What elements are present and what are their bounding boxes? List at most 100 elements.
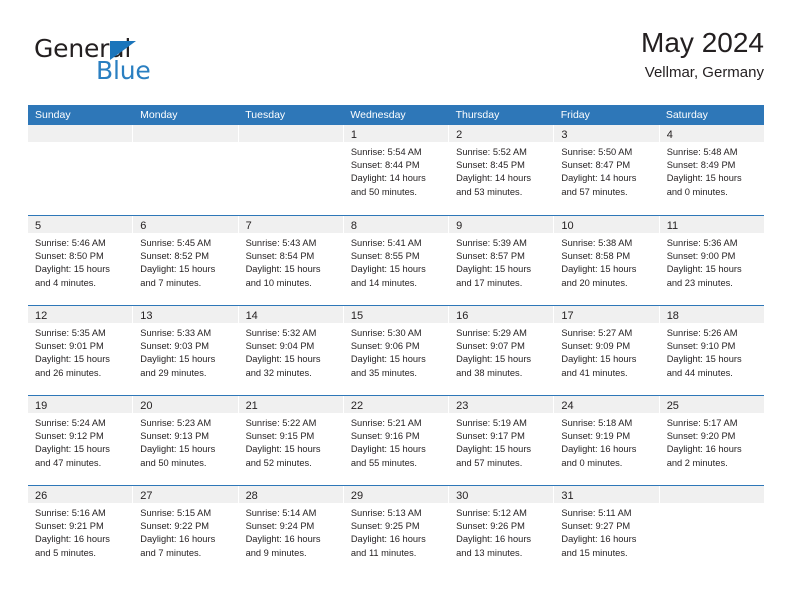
calendar-day-cell[interactable]: 14 Sunrise: 5:32 AM Sunset: 9:04 PM Dayligh… [238, 306, 344, 395]
day-detail-line: and 15 minutes. [561, 547, 628, 558]
day-detail-line: Daylight: 15 hours [666, 264, 742, 275]
calendar-day-cell[interactable]: 3 Sunrise: 5:50 AM Sunset: 8:47 PM Daylight… [554, 125, 660, 215]
day-detail-line: Daylight: 15 hours [35, 264, 110, 275]
day-details: Sunrise: 5:24 AM Sunset: 9:12 PM Daylight:… [28, 413, 132, 470]
day-details: Sunrise: 5:23 AM Sunset: 9:13 PM Daylight:… [133, 413, 237, 470]
day-detail-line: Daylight: 16 hours [456, 534, 532, 545]
calendar-week-row: 12 Sunrise: 5:35 AM Sunset: 9:01 PM Dayligh… [28, 305, 764, 395]
day-details [660, 503, 764, 507]
calendar-day-cell[interactable]: 8 Sunrise: 5:41 AM Sunset: 8:55 PM Daylight… [343, 216, 450, 305]
calendar-day-cell[interactable]: 30 Sunrise: 5:12 AM Sunset: 9:26 PM Dayligh… [449, 486, 555, 575]
calendar-day-cell[interactable]: 29 Sunrise: 5:13 AM Sunset: 9:25 PM Dayligh… [343, 486, 450, 575]
day-detail-line: and 9 minutes. [245, 547, 307, 558]
calendar-day-cell[interactable]: 25 Sunrise: 5:17 AM Sunset: 9:20 PM Dayligh… [659, 396, 764, 485]
day-details: Sunrise: 5:30 AM Sunset: 9:06 PM Daylight:… [344, 323, 448, 380]
day-detail-line: Sunrise: 5:23 AM [140, 418, 212, 428]
calendar-day-cell[interactable]: 5 Sunrise: 5:46 AM Sunset: 8:50 PM Daylight… [28, 216, 134, 305]
general-blue-logo[interactable]: General Blue [34, 34, 204, 94]
calendar-day-cell[interactable]: 1 Sunrise: 5:54 AM Sunset: 8:44 PM Daylight… [343, 125, 450, 215]
calendar-day-cell[interactable]: 11 Sunrise: 5:36 AM Sunset: 9:00 PM Dayligh… [659, 216, 764, 305]
day-number-band: 20 [133, 396, 238, 413]
title-block: May 2024 Vellmar, Germany [641, 26, 764, 84]
calendar-day-cell[interactable]: 17 Sunrise: 5:27 AM Sunset: 9:09 PM Dayligh… [554, 306, 660, 395]
calendar-day-cell[interactable]: 18 Sunrise: 5:26 AM Sunset: 9:10 PM Dayligh… [659, 306, 764, 395]
calendar-day-cell[interactable]: 31 Sunrise: 5:11 AM Sunset: 9:27 PM Dayligh… [554, 486, 660, 575]
day-detail-line: and 11 minutes. [350, 547, 417, 558]
day-detail-line: and 17 minutes. [456, 277, 523, 288]
calendar-day-cell[interactable]: 23 Sunrise: 5:19 AM Sunset: 9:17 PM Dayligh… [449, 396, 555, 485]
calendar-page: General Blue May 2024 Vellmar, Germany S… [0, 0, 792, 612]
weekday-header-thursday: Thursday [455, 109, 500, 121]
day-number-band: 2 [449, 125, 554, 142]
day-number-band: 18 [659, 306, 764, 323]
day-details: Sunrise: 5:21 AM Sunset: 9:16 PM Daylight:… [344, 413, 448, 470]
day-details: Sunrise: 5:35 AM Sunset: 9:01 PM Daylight:… [28, 323, 132, 380]
day-detail-line: Daylight: 14 hours [350, 173, 426, 184]
day-number: 4 [666, 129, 673, 141]
day-detail-line: Sunset: 9:26 PM [456, 521, 525, 532]
calendar-day-cell[interactable]: 6 Sunrise: 5:45 AM Sunset: 8:52 PM Daylight… [133, 216, 239, 305]
day-detail-line: Sunset: 8:50 PM [35, 251, 104, 262]
day-detail-line: Sunrise: 5:19 AM [456, 418, 527, 428]
calendar-day-cell[interactable]: 4 Sunrise: 5:48 AM Sunset: 8:49 PM Daylight… [659, 125, 764, 215]
weekday-header-friday: Friday [560, 109, 590, 121]
weekday-header-row: Sunday Monday Tuesday Wednesday Thursday Frid… [28, 105, 764, 125]
day-detail-line: Sunrise: 5:36 AM [666, 238, 738, 248]
calendar-day-cell[interactable]: 7 Sunrise: 5:43 AM Sunset: 8:54 PM Daylight… [238, 216, 344, 305]
day-detail-line: Sunrise: 5:18 AM [561, 418, 633, 428]
day-details: Sunrise: 5:17 AM Sunset: 9:20 PM Daylight:… [660, 413, 764, 470]
day-number: 6 [140, 220, 147, 232]
calendar-week-row: 5 Sunrise: 5:46 AM Sunset: 8:50 PM Daylight… [28, 215, 764, 305]
day-number: 18 [666, 310, 679, 322]
day-detail-line: Daylight: 15 hours [245, 444, 321, 455]
calendar-day-cell[interactable]: 10 Sunrise: 5:38 AM Sunset: 8:58 PM Dayligh… [554, 216, 660, 305]
calendar-day-cell[interactable]: 21 Sunrise: 5:22 AM Sunset: 9:15 PM Dayligh… [238, 396, 344, 485]
day-details: Sunrise: 5:43 AM Sunset: 8:54 PM Daylight:… [239, 233, 343, 290]
day-detail-line: Sunrise: 5:38 AM [561, 238, 633, 248]
day-number-band: 14 [238, 306, 343, 323]
day-detail-line: Daylight: 16 hours [561, 534, 637, 545]
calendar-day-cell[interactable]: 22 Sunrise: 5:21 AM Sunset: 9:16 PM Dayligh… [343, 396, 450, 485]
calendar-day-cell[interactable]: 2 Sunrise: 5:52 AM Sunset: 8:45 PM Daylight… [449, 125, 555, 215]
day-detail-line: and 50 minutes. [350, 186, 417, 197]
day-details: Sunrise: 5:32 AM Sunset: 9:04 PM Daylight:… [239, 323, 343, 380]
day-detail-line: Sunrise: 5:26 AM [666, 328, 738, 338]
day-detail-line: Daylight: 15 hours [456, 444, 532, 455]
calendar-day-cell[interactable]: 24 Sunrise: 5:18 AM Sunset: 9:19 PM Dayligh… [554, 396, 660, 485]
calendar-day-cell[interactable]: 15 Sunrise: 5:30 AM Sunset: 9:06 PM Dayligh… [343, 306, 450, 395]
day-detail-line: Sunset: 9:16 PM [350, 431, 420, 442]
day-details [133, 142, 237, 146]
calendar-day-cell[interactable]: 28 Sunrise: 5:14 AM Sunset: 9:24 PM Dayligh… [238, 486, 344, 575]
day-details: Sunrise: 5:39 AM Sunset: 8:57 PM Daylight:… [449, 233, 553, 290]
logo-text-blue: Blue [96, 56, 151, 85]
day-details: Sunrise: 5:14 AM Sunset: 9:24 PM Daylight:… [239, 503, 343, 560]
day-detail-line: and 47 minutes. [35, 457, 102, 468]
day-detail-line: Sunset: 9:04 PM [245, 341, 315, 352]
day-detail-line: Sunrise: 5:39 AM [456, 238, 527, 248]
calendar-day-cell[interactable]: 16 Sunrise: 5:29 AM Sunset: 9:07 PM Dayligh… [449, 306, 555, 395]
calendar-day-cell[interactable]: 13 Sunrise: 5:33 AM Sunset: 9:03 PM Dayligh… [133, 306, 239, 395]
day-detail-line: and 20 minutes. [561, 277, 628, 288]
calendar-day-cell[interactable]: 12 Sunrise: 5:35 AM Sunset: 9:01 PM Dayligh… [28, 306, 134, 395]
day-number-band: 26 [28, 486, 133, 503]
day-detail-line: Daylight: 15 hours [561, 264, 637, 275]
day-detail-line: Sunrise: 5:48 AM [666, 147, 738, 157]
day-detail-line: and 26 minutes. [35, 367, 102, 378]
calendar-day-cell[interactable]: 26 Sunrise: 5:16 AM Sunset: 9:21 PM Dayligh… [28, 486, 134, 575]
day-detail-line: Sunrise: 5:43 AM [245, 238, 317, 248]
day-detail-line: Daylight: 15 hours [245, 354, 321, 365]
day-detail-line: Sunset: 9:19 PM [561, 431, 631, 442]
day-detail-line: Sunrise: 5:32 AM [245, 328, 317, 338]
calendar-day-cell[interactable]: 9 Sunrise: 5:39 AM Sunset: 8:57 PM Daylight… [449, 216, 555, 305]
calendar-day-cell-empty [659, 486, 764, 575]
calendar-day-cell[interactable]: 19 Sunrise: 5:24 AM Sunset: 9:12 PM Dayligh… [28, 396, 134, 485]
day-detail-line: Sunset: 9:13 PM [140, 431, 210, 442]
calendar-week-row: 1 Sunrise: 5:54 AM Sunset: 8:44 PM Daylight… [28, 125, 764, 215]
day-detail-line: Daylight: 15 hours [140, 354, 216, 365]
calendar-day-cell[interactable]: 27 Sunrise: 5:15 AM Sunset: 9:22 PM Dayligh… [133, 486, 239, 575]
day-detail-line: and 13 minutes. [456, 547, 523, 558]
day-details: Sunrise: 5:41 AM Sunset: 8:55 PM Daylight:… [344, 233, 448, 290]
day-number-band [28, 125, 133, 142]
day-number-band: 31 [554, 486, 659, 503]
calendar-day-cell[interactable]: 20 Sunrise: 5:23 AM Sunset: 9:13 PM Dayligh… [133, 396, 239, 485]
